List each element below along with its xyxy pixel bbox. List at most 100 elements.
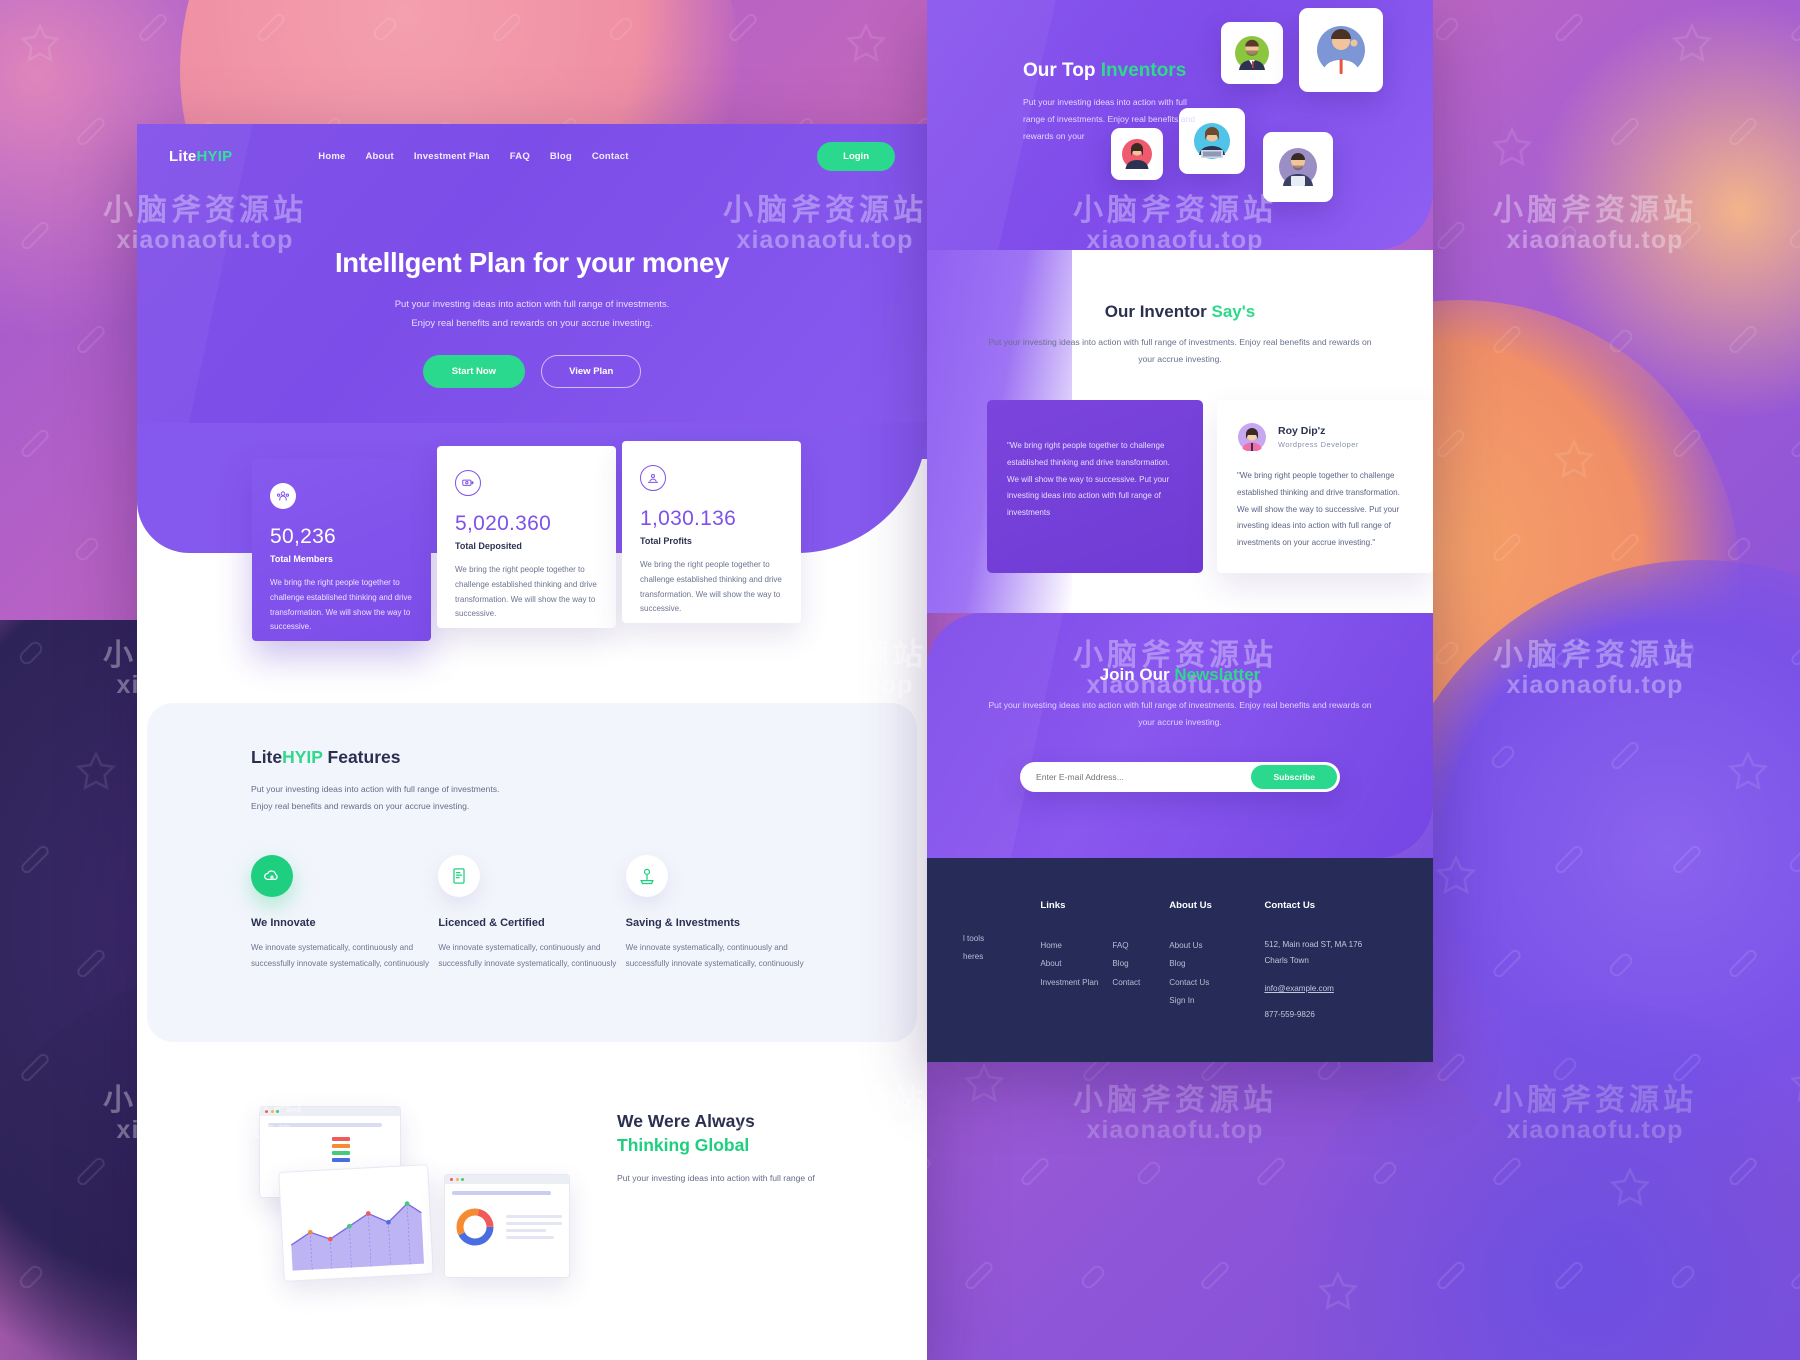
- nav-link-faq[interactable]: FAQ: [510, 151, 530, 162]
- features-title-suffix: Features: [322, 747, 401, 767]
- testimonials-title-prefix: Our Inventor: [1104, 302, 1212, 321]
- browser-body-2: [445, 1184, 569, 1257]
- features-section: LiteHYIP Features Put your investing ide…: [147, 703, 917, 1042]
- inventors-description: Put your investing ideas into action wit…: [1023, 97, 1195, 142]
- start-now-button[interactable]: Start Now: [422, 355, 526, 388]
- footer-link-contact[interactable]: Contact: [1112, 978, 1140, 987]
- newsletter-title-accent: Newslatter: [1174, 665, 1261, 685]
- lightbulb-cloud-icon: [251, 855, 293, 898]
- inventors-section: Our Top Inventors Put your investing ide…: [927, 0, 1433, 250]
- global-heading-line2: Thinking Global: [617, 1135, 750, 1156]
- features-title-accent: HYIP: [282, 747, 323, 767]
- inventors-title-accent: Inventors: [1100, 60, 1187, 81]
- footer-email-link[interactable]: info@example.com: [1264, 984, 1333, 993]
- stat-card-total-deposited: 5,020.360 Total Deposited We bring the r…: [437, 446, 616, 628]
- testimonial-role: Wordpress Developer: [1278, 440, 1359, 450]
- feature-heading: Licenced & Certified: [438, 917, 545, 930]
- list-item[interactable]: About Us: [1169, 937, 1264, 955]
- user-coin-icon: [640, 465, 666, 491]
- footer-address-line1: 512, Main road ST, MA 176: [1264, 940, 1363, 950]
- login-button[interactable]: Login: [817, 142, 895, 171]
- brand-logo[interactable]: LiteHYIP: [169, 148, 232, 165]
- browser-titlebar-2: [445, 1174, 569, 1184]
- list-item[interactable]: Investment Plan: [1040, 974, 1098, 992]
- feature-item-saving-investments: Saving & Investments We innovate systema…: [625, 855, 813, 972]
- stat-value: 5,020.360: [455, 512, 552, 535]
- browser-dot-green-2: [461, 1177, 464, 1181]
- hero-subtitle: Put your investing ideas into action wit…: [137, 295, 927, 333]
- footer-link-about-us[interactable]: About Us: [1169, 941, 1202, 950]
- footer-brand-line1: l tools: [963, 934, 985, 944]
- feature-heading: Saving & Investments: [625, 917, 740, 930]
- star-decoration: [1316, 1270, 1360, 1314]
- global-description: Put your investing ideas into action wit…: [617, 1172, 815, 1183]
- footer-link-about[interactable]: About: [1040, 959, 1061, 968]
- testimonials-title-accent: Say's: [1211, 302, 1256, 321]
- nav-link-about[interactable]: About: [365, 151, 393, 162]
- hero-content: IntellIgent Plan for your money Put your…: [137, 247, 927, 388]
- group-users-icon: [270, 483, 296, 509]
- stat-value: 50,236: [270, 525, 337, 548]
- feature-item-we-innovate: We Innovate We innovate systematically, …: [251, 855, 438, 972]
- feature-description: We innovate systematically, continuously…: [251, 943, 429, 969]
- list-item[interactable]: Sign In: [1169, 992, 1264, 1010]
- testimonial-quote: "We bring right people together to chall…: [1237, 471, 1400, 547]
- footer-contact-title: Contact Us: [1264, 900, 1316, 912]
- footer-link-contact-us[interactable]: Contact Us: [1169, 978, 1209, 987]
- browser-dot-green: [276, 1109, 279, 1113]
- nav-link-investment-plan[interactable]: Investment Plan: [414, 151, 490, 162]
- stat-description: We bring the right people together to ch…: [640, 560, 782, 614]
- footer-brand-column: l tools heres: [963, 900, 1040, 1018]
- footer-link-blog[interactable]: Blog: [1112, 959, 1128, 968]
- footer-brand-line2: heres: [963, 952, 984, 962]
- view-plan-button[interactable]: View Plan: [541, 355, 642, 388]
- footer-link-home[interactable]: Home: [1040, 941, 1062, 950]
- mockup-screen-secondary: Our Top Inventors Put your investing ide…: [927, 0, 1433, 1062]
- global-section: We Were Always Thinking Global Put your …: [137, 1042, 927, 1298]
- brand-logo-suffix: HYIP: [196, 148, 233, 165]
- footer-about-column: About Us About Us Blog Contact Us Sign I…: [1169, 900, 1264, 1018]
- dashboard-illustration: [259, 1098, 589, 1298]
- nav-link-blog[interactable]: Blog: [550, 151, 572, 162]
- testimonial-card-partial: "We bring right people together to chall…: [987, 400, 1203, 574]
- newsletter-form: Subscribe: [1020, 761, 1340, 792]
- footer-links-column: Links Home About Investment Plan FAQ Blo…: [1040, 900, 1169, 1018]
- nav-link-home[interactable]: Home: [318, 151, 345, 162]
- testimonials-section: Our Inventor Say's Put your investing id…: [927, 250, 1433, 614]
- browser-body: [260, 1116, 400, 1169]
- testimonial-cards: "We bring right people together to chall…: [927, 400, 1433, 574]
- avatar-man-tablet: [1279, 148, 1317, 186]
- newsletter-title: Join Our Newslatter: [927, 665, 1433, 685]
- footer-links-title: Links: [1040, 900, 1066, 912]
- list-item[interactable]: Home: [1040, 937, 1098, 955]
- stat-label: Total Members: [270, 554, 333, 565]
- stat-description: We bring the right people together to ch…: [455, 565, 597, 619]
- footer-link-blog-2[interactable]: Blog: [1169, 959, 1185, 968]
- list-item[interactable]: Blog: [1169, 955, 1264, 973]
- features-title: LiteHYIP Features: [251, 747, 813, 768]
- star-decoration: [18, 22, 62, 66]
- global-heading-line1: We Were Always: [617, 1110, 755, 1131]
- footer-contact-column: Contact Us 512, Main road ST, MA 176 Cha…: [1264, 900, 1433, 1018]
- stat-label: Total Profits: [640, 536, 692, 547]
- features-subtitle-line1: Put your investing ideas into action wit…: [251, 784, 500, 794]
- list-item[interactable]: FAQ: [1112, 937, 1140, 955]
- features-inner: LiteHYIP Features Put your investing ide…: [147, 747, 917, 972]
- list-item[interactable]: Contact: [1112, 974, 1140, 992]
- testimonial-card-roy-dipz: Roy Dip'z Wordpress Developer "We bring …: [1217, 400, 1433, 574]
- footer-link-faq[interactable]: FAQ: [1112, 941, 1128, 950]
- browser-dot-yellow-2: [455, 1177, 459, 1181]
- hero-subtitle-line2: Enjoy real benefits and rewards on your …: [411, 318, 653, 329]
- email-input[interactable]: [1036, 771, 1252, 782]
- site-footer: l tools heres Links Home About Investmen…: [927, 858, 1433, 1062]
- list-item[interactable]: Blog: [1112, 955, 1140, 973]
- footer-link-sign-in[interactable]: Sign In: [1169, 996, 1194, 1005]
- browser-titlebar: [260, 1106, 400, 1116]
- footer-links-list-2: FAQ Blog Contact: [1112, 937, 1140, 992]
- subscribe-button[interactable]: Subscribe: [1251, 764, 1337, 789]
- footer-link-investment-plan[interactable]: Investment Plan: [1040, 978, 1098, 987]
- list-item[interactable]: About: [1040, 955, 1098, 973]
- hero-section: LiteHYIP Home About Investment Plan FAQ …: [137, 124, 927, 553]
- list-item[interactable]: Contact Us: [1169, 974, 1264, 992]
- nav-link-contact[interactable]: Contact: [592, 151, 629, 162]
